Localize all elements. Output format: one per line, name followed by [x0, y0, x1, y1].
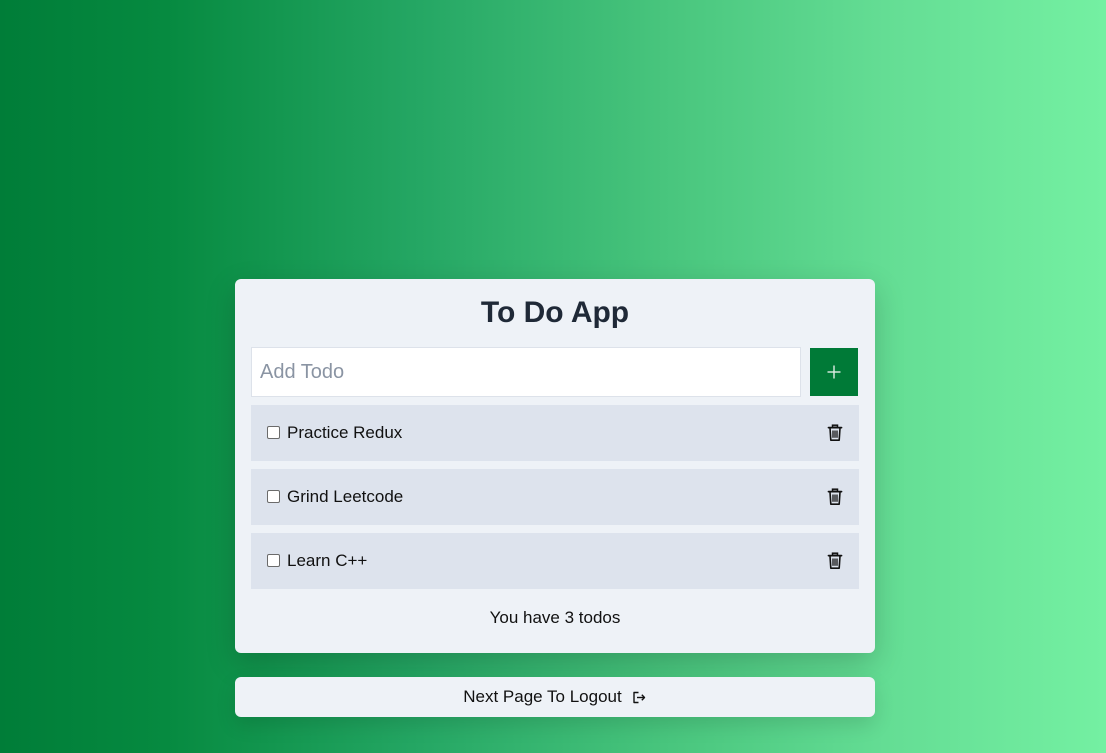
- app-title: To Do App: [480, 296, 630, 329]
- todo-count: You have 3 todos: [489, 608, 621, 627]
- todo-checkbox[interactable]: [267, 426, 280, 439]
- todo-item: Grind Leetcode: [251, 469, 859, 525]
- todo-item: Learn C++: [251, 533, 859, 589]
- add-todo-input[interactable]: [251, 347, 801, 397]
- logout-icon: [633, 691, 645, 704]
- logout-label: Next Page To Logout: [463, 687, 622, 706]
- todo-checkbox[interactable]: [267, 490, 280, 503]
- todo-item: Practice Redux: [251, 405, 859, 461]
- add-todo-button[interactable]: [810, 348, 858, 396]
- trash-icon[interactable]: [826, 552, 844, 570]
- todo-list: Practice Redux Grind Leetcode Learn C++: [251, 405, 859, 597]
- logout-button[interactable]: Next Page To Logout: [235, 677, 875, 717]
- todo-checkbox[interactable]: [267, 554, 280, 567]
- todo-text: Practice Redux: [287, 423, 403, 442]
- trash-icon[interactable]: [826, 424, 844, 442]
- todo-text: Grind Leetcode: [287, 487, 404, 506]
- plus-icon: [827, 365, 841, 379]
- trash-icon[interactable]: [826, 488, 844, 506]
- todo-card: To Do App Practice Redux Grind Leetcode: [235, 279, 875, 653]
- todo-text: Learn C++: [287, 551, 368, 570]
